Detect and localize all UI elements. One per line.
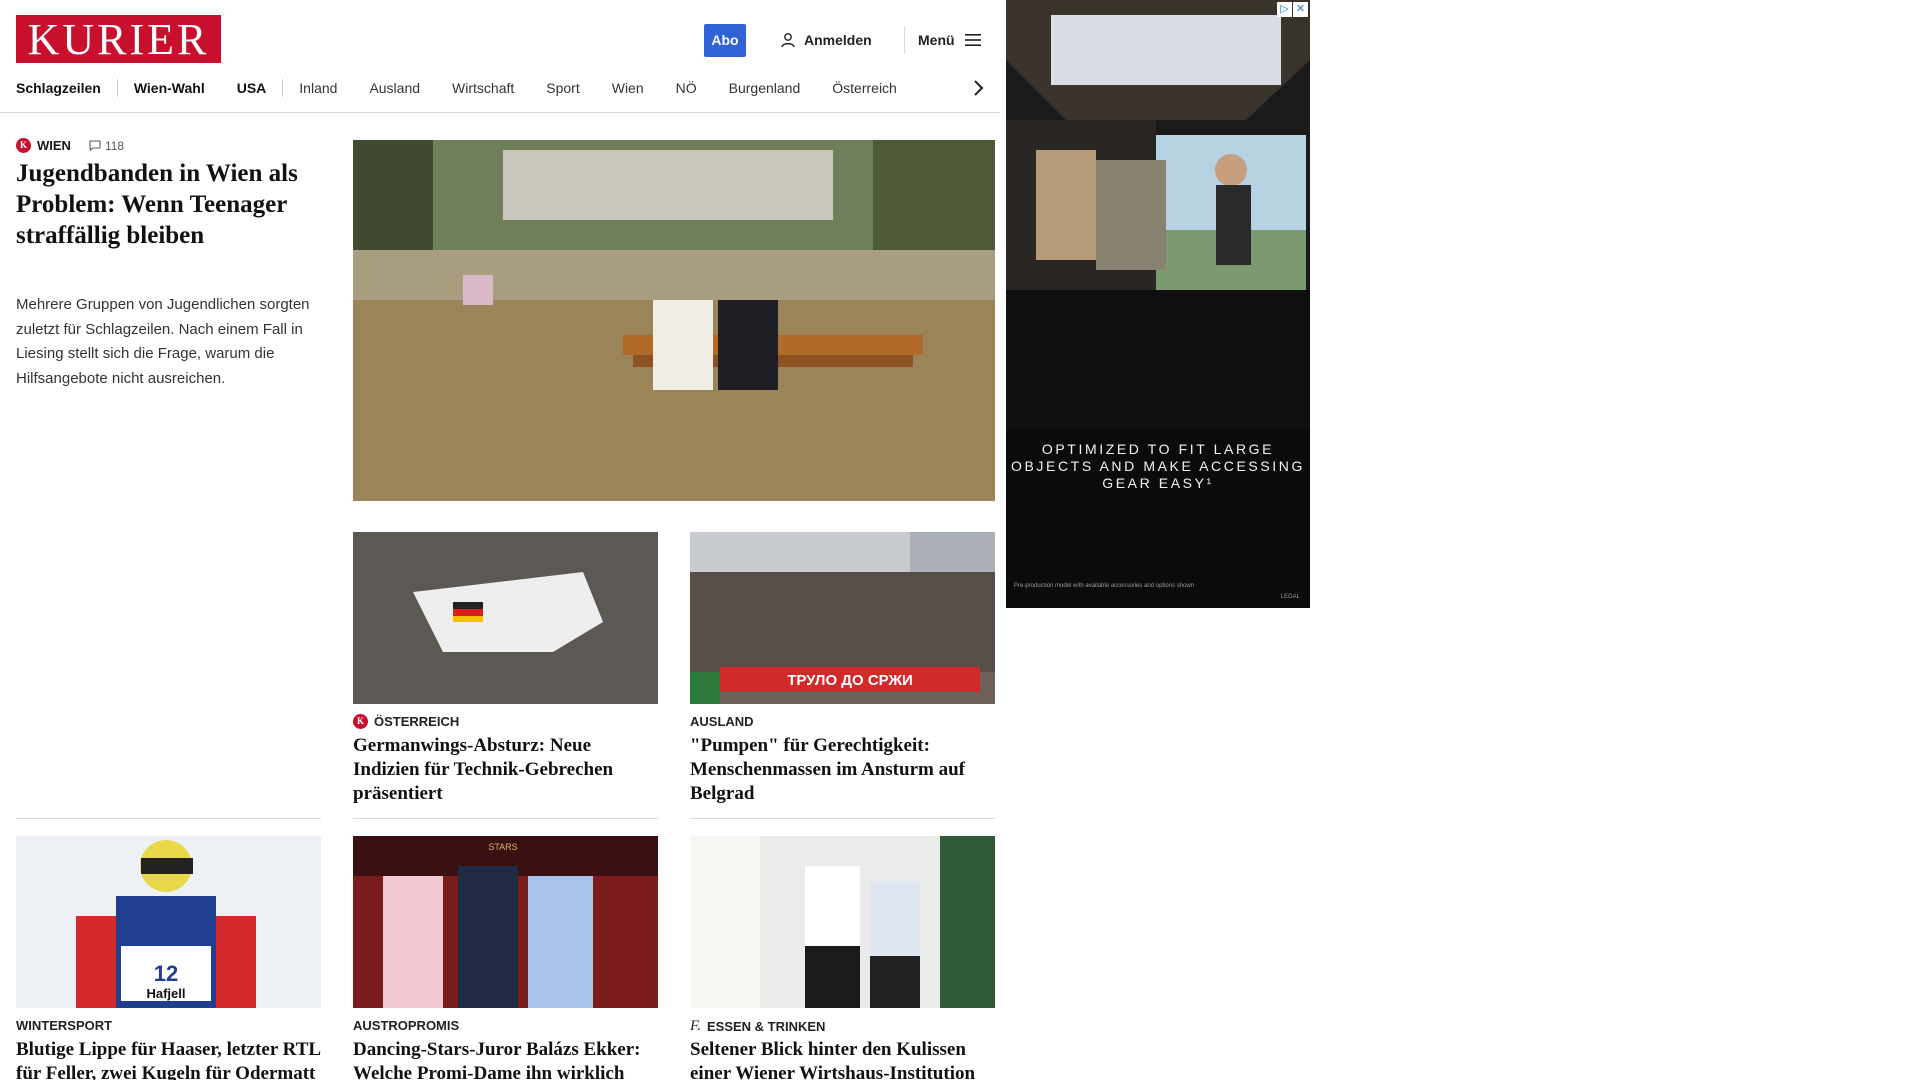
close-icon[interactable]: ✕ — [1293, 2, 1308, 17]
lead-meta: K WIEN 118 — [16, 138, 124, 153]
section-divider — [16, 818, 321, 819]
nav-item-ausland[interactable]: Ausland — [353, 80, 436, 96]
login-button[interactable]: Anmelden — [780, 30, 872, 50]
lead-teaser[interactable]: Mehrere Gruppen von Jugendlichen sorgten… — [16, 293, 316, 391]
card-kicker-oesterreich[interactable]: K ÖSTERREICH — [353, 714, 459, 729]
card-kicker-label: ÖSTERREICH — [374, 714, 460, 729]
card-kicker-label: WINTERSPORT — [16, 1018, 113, 1033]
kurier-k-icon: K — [353, 714, 368, 729]
ad-headline: OPTIMIZED TO FIT LARGE OBJECTS AND MAKE … — [1011, 441, 1305, 491]
nav-item-usa[interactable]: USA — [221, 80, 283, 96]
card-image-skier[interactable]: 12 Hafjell — [16, 836, 321, 1008]
main-navigation: Schlagzeilen Wien-Wahl USA Inland Auslan… — [16, 78, 913, 98]
card-headline-haaser[interactable]: Blutige Lippe für Haaser, letzter RTL fü… — [16, 1038, 321, 1080]
card-kicker-label: ESSEN & TRINKEN — [706, 1019, 826, 1034]
menu-button[interactable]: Menü — [918, 30, 981, 50]
advertisement[interactable]: ▷ ✕ OPTIMIZED TO FIT LARGE OBJECTS AND M… — [1006, 0, 1310, 608]
card-headline-ekker[interactable]: Dancing-Stars-Juror Balázs Ekker: Welche… — [353, 1038, 658, 1080]
site-header: KURIER Abo Anmelden Menü Schlagzeilen Wi… — [0, 0, 1000, 113]
login-label: Anmelden — [804, 32, 872, 48]
lead-headline[interactable]: Jugendbanden in Wien als Problem: Wenn T… — [16, 158, 316, 251]
ad-choices[interactable]: ▷ ✕ — [1277, 2, 1308, 17]
card-image-dancing-stars[interactable]: STARS — [353, 836, 658, 1008]
card-kicker-austropromis[interactable]: AUSTROPROMIS — [353, 1018, 459, 1033]
header-divider — [904, 26, 905, 54]
nav-item-wien[interactable]: Wien — [596, 80, 660, 96]
card-kicker-label: AUSTROPROMIS — [353, 1018, 460, 1033]
section-divider — [353, 818, 658, 819]
bib-location-text: Hafjell — [146, 986, 185, 1001]
dancing-stars-sign: STARS — [488, 842, 517, 852]
hamburger-icon — [964, 34, 981, 46]
card-image-wirtshaus[interactable] — [690, 836, 995, 1008]
ad-image — [1006, 0, 1310, 430]
card-kicker-label: AUSLAND — [690, 714, 754, 729]
adchoices-icon[interactable]: ▷ — [1277, 2, 1292, 17]
protest-banner-text: ТРУЛО ДО СРЖИ — [787, 672, 913, 689]
lead-kicker[interactable]: WIEN — [37, 138, 71, 153]
comment-count-value: 118 — [104, 138, 125, 153]
card-kicker-essen-trinken[interactable]: f. ESSEN & TRINKEN — [690, 1018, 825, 1035]
nav-item-wien-wahl[interactable]: Wien-Wahl — [118, 80, 221, 96]
nav-item-oesterreich[interactable]: Österreich — [816, 80, 913, 96]
nav-item-noe[interactable]: NÖ — [660, 80, 713, 96]
section-divider — [690, 818, 995, 819]
lead-image[interactable] — [353, 140, 995, 501]
card-kicker-ausland[interactable]: AUSLAND — [690, 714, 754, 729]
abo-button[interactable]: Abo — [704, 24, 746, 57]
menu-label: Menü — [918, 32, 955, 48]
card-headline-wirtshaus[interactable]: Seltener Blick hinter den Kulissen einer… — [690, 1038, 995, 1080]
kurier-logo[interactable]: KURIER — [16, 15, 221, 64]
user-icon — [781, 33, 795, 48]
card-image-protest[interactable]: ТРУЛО ДО СРЖИ — [690, 532, 995, 704]
bib-number-text: 12 — [154, 961, 178, 986]
card-kicker-wintersport[interactable]: WINTERSPORT — [16, 1018, 112, 1033]
chevron-right-icon[interactable] — [970, 78, 986, 98]
card-image-wreckage[interactable] — [353, 532, 658, 704]
nav-item-wirtschaft[interactable]: Wirtschaft — [436, 80, 530, 96]
comment-icon — [89, 140, 101, 151]
freizeit-f-icon: f. — [690, 1018, 701, 1034]
nav-item-schlagzeilen[interactable]: Schlagzeilen — [16, 80, 117, 96]
kurier-k-icon: K — [16, 138, 31, 153]
ad-legal-link[interactable]: LEGAL — [1281, 594, 1300, 600]
card-headline-belgrad[interactable]: "Pumpen" für Gerechtigkeit: Menschenmass… — [690, 734, 995, 806]
comment-count[interactable]: 118 — [89, 139, 124, 153]
nav-item-burgenland[interactable]: Burgenland — [713, 80, 817, 96]
nav-item-sport[interactable]: Sport — [530, 80, 595, 96]
card-headline-germanwings[interactable]: Germanwings-Absturz: Neue Indizien für T… — [353, 734, 658, 806]
nav-item-inland[interactable]: Inland — [283, 80, 353, 96]
ad-fine-print: Pre-production model with available acce… — [1014, 583, 1195, 589]
